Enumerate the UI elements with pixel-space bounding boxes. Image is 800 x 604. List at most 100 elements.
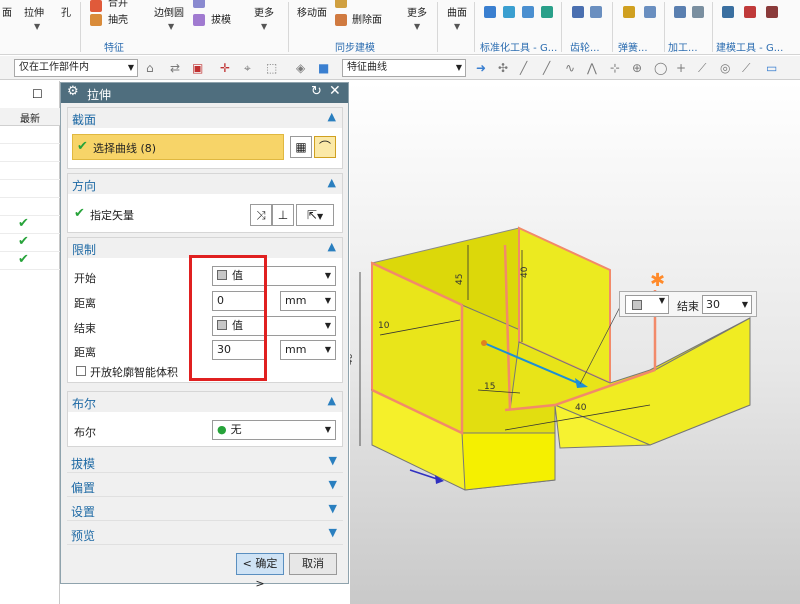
chevron-down-icon[interactable]: ▼ xyxy=(168,22,174,31)
reset-icon[interactable]: ↻ xyxy=(311,84,322,99)
chevron-up-icon[interactable]: ▲ xyxy=(328,110,336,123)
preview-title: 预览 xyxy=(71,529,96,543)
preview-group[interactable]: 预览 ▼ xyxy=(67,523,343,545)
end-distance-onscreen-input[interactable]: ▼ 结束 30 ▼ xyxy=(619,291,757,317)
chevron-down-icon[interactable]: ▼ xyxy=(329,454,337,467)
section-header[interactable]: 截面 ▲ xyxy=(68,108,342,128)
direction-header[interactable]: 方向 ▲ xyxy=(68,174,342,194)
list-item[interactable] xyxy=(0,144,60,162)
select-icon[interactable]: ⌂ xyxy=(146,61,154,75)
reverse-direction-button[interactable]: ⤨ xyxy=(250,204,272,226)
box-select-icon[interactable]: ⬚ xyxy=(266,61,277,75)
snap-tangent-icon[interactable]: ⟋ xyxy=(742,61,750,75)
cube-icon[interactable]: ■ xyxy=(318,61,329,75)
machining-icon[interactable] xyxy=(692,6,704,18)
list-item[interactable]: ✔ xyxy=(0,234,60,252)
snap-center-icon[interactable]: ⊕ xyxy=(632,61,642,75)
ribbon-extrude-button[interactable]: 拉伸 xyxy=(24,8,44,20)
snap-surface-icon[interactable]: ⟋ xyxy=(698,61,706,75)
start-unit-select[interactable]: mm ▼ xyxy=(280,291,336,311)
end-type-mini-select[interactable]: ▼ xyxy=(625,295,669,314)
chevron-down-icon[interactable]: ▼ xyxy=(454,22,460,31)
chevron-up-icon[interactable]: ▲ xyxy=(328,176,336,189)
chevron-down-icon[interactable]: ▼ xyxy=(329,502,337,515)
ribbon-delete-face-button[interactable]: 删除面 xyxy=(352,15,382,27)
snap-midpoint-icon[interactable]: ╱ xyxy=(543,61,550,75)
spring-icon[interactable] xyxy=(623,6,635,18)
close-icon[interactable]: ✕ xyxy=(329,83,341,99)
end-unit-select[interactable]: mm ▼ xyxy=(280,340,336,360)
draft-group[interactable]: 拔模 ▼ xyxy=(67,451,343,473)
ribbon-surface-button[interactable]: 曲面 xyxy=(447,8,467,20)
ribbon-more-button[interactable]: 更多 xyxy=(254,8,274,20)
list-item[interactable]: ✔ xyxy=(0,252,60,270)
graphics-viewport[interactable]: ✱ 40 45 40 10 15 40 xyxy=(350,82,800,604)
ribbon-more-sync-button[interactable]: 更多 xyxy=(407,8,427,20)
vector-type-dropdown[interactable]: ⇱▼ xyxy=(296,204,334,226)
ribbon-face[interactable]: 面 xyxy=(2,8,12,20)
vector-dialog-button[interactable]: ⊥ xyxy=(272,204,294,226)
select-curve-row[interactable]: ✔ 选择曲线 (8) xyxy=(72,134,284,160)
filter-select[interactable]: 仅在工作部件内 ▼ xyxy=(14,59,138,77)
offset-group[interactable]: 偏置 ▼ xyxy=(67,475,343,497)
snap-point-on-curve-icon[interactable]: + xyxy=(676,61,686,75)
ribbon-unite-button[interactable]: 合并 xyxy=(108,0,128,10)
snap-icon[interactable]: ▣ xyxy=(192,61,203,75)
snap-curve-icon[interactable]: ∿ xyxy=(565,61,575,75)
snap-quadrant-icon[interactable]: ◯ xyxy=(654,61,667,75)
standard-tool-icon[interactable] xyxy=(484,6,496,18)
ribbon-move-face-button[interactable]: 移动面 xyxy=(297,8,327,20)
snap-endpoint-icon[interactable]: ╱ xyxy=(520,61,527,75)
list-item[interactable] xyxy=(0,180,60,198)
ribbon-draft-button[interactable]: 拔模 xyxy=(211,15,231,27)
gear-icon[interactable] xyxy=(572,6,584,18)
chevron-up-icon[interactable]: ▲ xyxy=(328,394,336,407)
standard-tool-icon[interactable] xyxy=(503,6,515,18)
chevron-down-icon[interactable]: ▼ xyxy=(414,22,420,31)
snap-bounded-icon[interactable]: ◎ xyxy=(720,61,730,75)
selection-mode-icon[interactable]: ◈ xyxy=(296,61,305,75)
list-item[interactable]: ✔ xyxy=(0,216,60,234)
chevron-down-icon[interactable]: ▼ xyxy=(261,22,267,31)
ribbon-edge-blend-button[interactable]: 边倒圆 xyxy=(154,8,184,20)
modeling-tool-icon[interactable] xyxy=(766,6,778,18)
chevron-down-icon[interactable]: ▼ xyxy=(456,60,462,76)
snap-control-icon[interactable]: ⋀ xyxy=(587,61,597,75)
snap-icon[interactable]: ✛ xyxy=(220,61,230,75)
snap-intersection-icon[interactable]: ⊹ xyxy=(610,61,620,75)
snap-point-icon[interactable]: ✣ xyxy=(498,61,508,75)
curve-rule-select[interactable]: 特征曲线 ▼ xyxy=(342,59,466,77)
ok-button[interactable]: < 确定 > xyxy=(236,553,284,590)
window-icon[interactable]: ▭ xyxy=(766,61,777,75)
ribbon-hole-button[interactable]: 孔 xyxy=(61,8,71,20)
chevron-down-icon[interactable]: ▼ xyxy=(329,526,337,539)
ribbon-shell-button[interactable]: 抽壳 xyxy=(108,15,128,27)
standard-tool-icon[interactable] xyxy=(541,6,553,18)
boolean-header[interactable]: 布尔 ▲ xyxy=(68,392,342,412)
chevron-down-icon[interactable]: ▼ xyxy=(128,60,134,76)
chevron-up-icon[interactable]: ▲ xyxy=(328,240,336,253)
chevron-down-icon[interactable]: ▼ xyxy=(34,22,40,31)
machining-icon[interactable] xyxy=(674,6,686,18)
arrow-right-icon[interactable]: ➜ xyxy=(476,61,486,75)
curve-button[interactable]: ⌒ xyxy=(314,136,336,158)
modeling-tool-icon[interactable] xyxy=(744,6,756,18)
modeling-tool-icon[interactable] xyxy=(722,6,734,18)
standard-tool-icon[interactable] xyxy=(522,6,534,18)
settings-group[interactable]: 设置 ▼ xyxy=(67,499,343,521)
select-icon[interactable]: ⇄ xyxy=(170,61,180,75)
maximize-icon[interactable]: ☐ xyxy=(32,87,43,101)
open-profile-checkbox[interactable] xyxy=(76,366,86,376)
list-item[interactable] xyxy=(0,162,60,180)
gear-icon[interactable]: ⚙ xyxy=(67,84,79,99)
list-item[interactable] xyxy=(0,198,60,216)
sketch-section-button[interactable]: ▦ xyxy=(290,136,312,158)
gear-icon[interactable] xyxy=(590,6,602,18)
list-item[interactable] xyxy=(0,126,60,144)
lasso-icon[interactable]: ⌖ xyxy=(244,61,251,75)
chevron-down-icon[interactable]: ▼ xyxy=(329,478,337,491)
boolean-select[interactable]: ● 无 ▼ xyxy=(212,420,336,440)
spring-icon[interactable] xyxy=(644,6,656,18)
onscreen-end-value-input[interactable]: 30 ▼ xyxy=(702,295,752,314)
cancel-button[interactable]: 取消 xyxy=(289,553,337,575)
